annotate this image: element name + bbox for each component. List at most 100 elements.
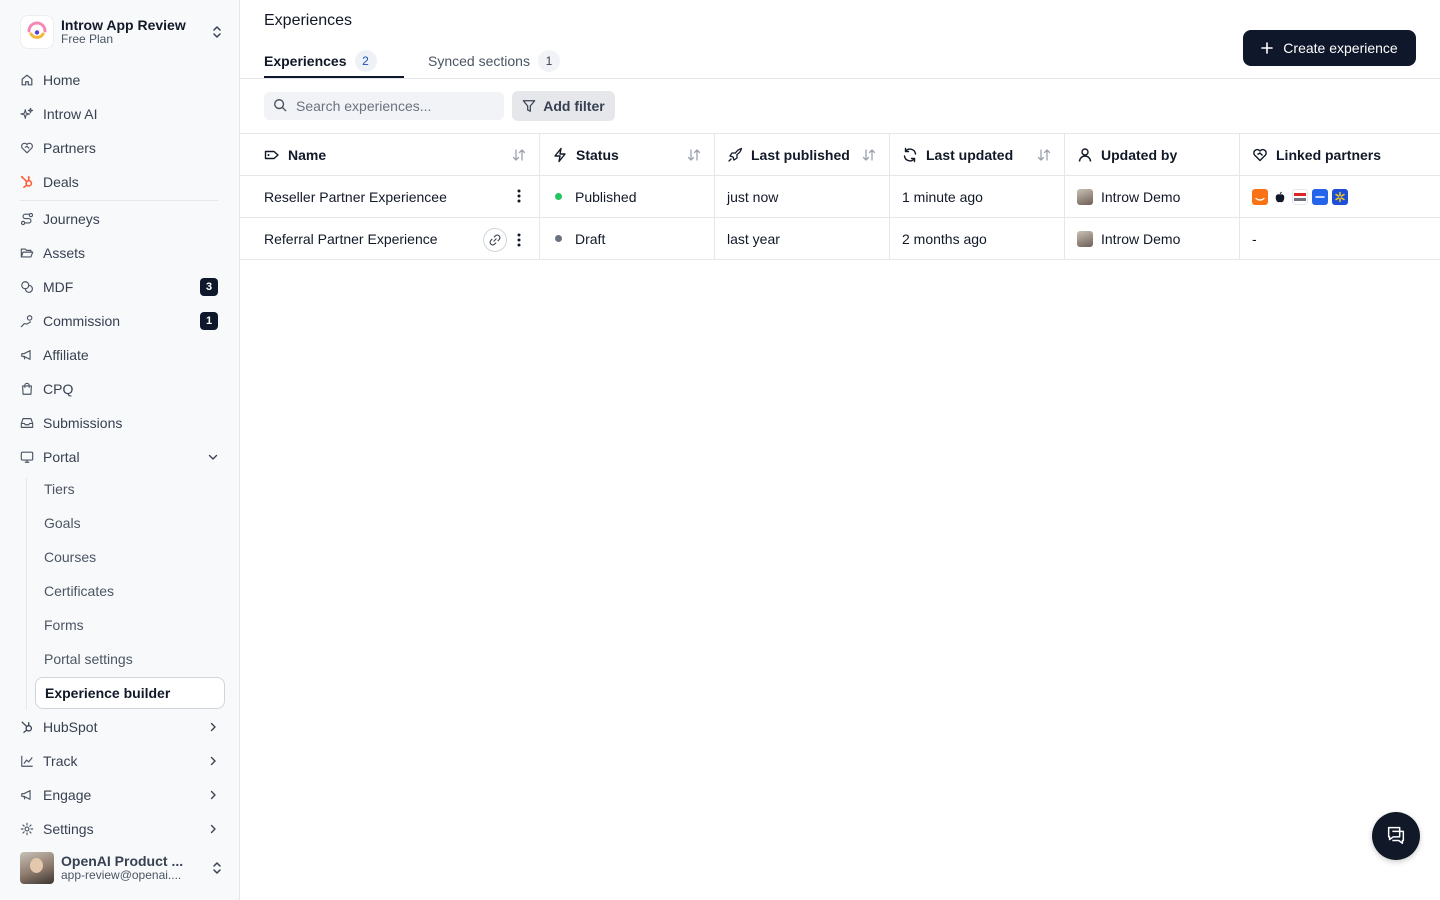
experience-name: Referral Partner Experience <box>264 230 438 247</box>
column-header-status[interactable]: Status <box>540 134 715 175</box>
link-icon[interactable] <box>483 228 507 252</box>
route-icon <box>20 212 34 226</box>
add-filter-button[interactable]: Add filter <box>512 91 615 121</box>
cell-status: Draft <box>540 218 715 259</box>
user-email: app-review@openai.... <box>61 869 182 883</box>
sidebar-item-label: CPQ <box>43 381 74 397</box>
column-label: Linked partners <box>1276 146 1382 163</box>
column-header-last-updated[interactable]: Last updated <box>890 134 1065 175</box>
user-menu[interactable]: OpenAI Product ... app-review@openai.... <box>20 851 224 885</box>
sidebar-item-cpq[interactable]: CPQ <box>20 377 220 401</box>
sidebar-item-journeys[interactable]: Journeys <box>20 207 220 231</box>
sidebar-subitem-experience-builder[interactable]: Experience builder <box>35 677 225 709</box>
sort-icon[interactable] <box>511 147 527 163</box>
monitor-icon <box>20 450 34 464</box>
sidebar-item-deals[interactable]: Deals <box>20 170 220 194</box>
sidebar-item-commission[interactable]: Commission 1 <box>20 309 220 333</box>
sidebar-item-assets[interactable]: Assets <box>20 241 220 265</box>
search-input[interactable] <box>296 98 486 114</box>
chevron-down-icon <box>206 450 220 464</box>
sidebar-item-label: Journeys <box>43 211 100 227</box>
amazon-logo-icon <box>1252 188 1268 205</box>
sidebar-subitem-tiers[interactable]: Tiers <box>35 474 225 504</box>
line-chart-icon <box>20 754 34 768</box>
shopping-bag-icon <box>20 382 34 396</box>
cell-updated-by: Introw Demo <box>1065 218 1240 259</box>
sidebar-item-settings[interactable]: Settings <box>20 817 220 841</box>
column-header-last-published[interactable]: Last published <box>715 134 890 175</box>
walmart-logo-icon <box>1332 188 1348 205</box>
sidebar-item-label: Partners <box>43 140 96 156</box>
create-experience-button[interactable]: Create experience <box>1243 30 1416 66</box>
sidebar-item-partners[interactable]: Partners <box>20 136 220 160</box>
chevron-right-icon <box>206 720 220 734</box>
hubspot-icon <box>20 175 34 189</box>
more-vertical-icon[interactable] <box>511 186 527 206</box>
status-badge: Draft <box>575 230 606 247</box>
handshake-icon <box>20 141 34 155</box>
sidebar-subitem-courses[interactable]: Courses <box>35 542 225 572</box>
user-name: OpenAI Product ... <box>61 853 184 870</box>
sidebar-item-track[interactable]: Track <box>20 749 220 773</box>
sort-icon[interactable] <box>1036 147 1052 163</box>
coins-icon <box>20 280 34 294</box>
table-row[interactable]: Referral Partner Experience Draft last y… <box>240 218 1440 260</box>
sidebar-subitem-forms[interactable]: Forms <box>35 610 225 640</box>
column-label: Status <box>576 146 619 163</box>
cell-name: Referral Partner Experience <box>240 218 540 259</box>
refresh-icon <box>902 147 918 163</box>
chat-icon <box>1385 824 1407 849</box>
avatar <box>20 852 54 884</box>
sidebar-item-portal[interactable]: Portal <box>20 445 220 469</box>
org-switcher[interactable]: Introw App Review Free Plan <box>20 14 224 50</box>
table-row[interactable]: Reseller Partner Experiencee Published j… <box>240 176 1440 218</box>
active-tab-underline <box>264 76 404 78</box>
cell-last-updated: 2 months ago <box>890 218 1065 259</box>
sidebar-item-home[interactable]: Home <box>20 68 220 92</box>
column-header-updated-by[interactable]: Updated by <box>1065 134 1240 175</box>
column-label: Updated by <box>1101 146 1178 163</box>
hubspot-icon <box>20 720 34 734</box>
sidebar-subitem-goals[interactable]: Goals <box>35 508 225 538</box>
tab-synced-sections[interactable]: Synced sections 1 <box>428 44 560 78</box>
apple-logo-icon <box>1272 188 1288 205</box>
portal-subtree-line <box>26 478 27 710</box>
main-content: Experiences Experiences 2 Synced section… <box>240 0 1440 900</box>
sidebar-subitem-certificates[interactable]: Certificates <box>35 576 225 606</box>
org-plan: Free Plan <box>61 32 114 47</box>
rocket-icon <box>727 147 743 163</box>
tab-experiences[interactable]: Experiences 2 <box>264 44 377 78</box>
column-header-name[interactable]: Name <box>240 134 540 175</box>
experiences-table: Name Status Last published Last updated <box>240 133 1440 260</box>
sidebar-item-label: Submissions <box>43 415 123 431</box>
sidebar-item-mdf[interactable]: MDF 3 <box>20 275 220 299</box>
sidebar-item-affiliate[interactable]: Affiliate <box>20 343 220 367</box>
column-label: Last published <box>751 146 850 163</box>
sort-icon[interactable] <box>861 147 877 163</box>
cell-last-published: just now <box>715 176 890 217</box>
updated-by-name: Introw Demo <box>1101 230 1181 247</box>
status-dot-draft <box>555 235 562 242</box>
sidebar-item-hubspot[interactable]: HubSpot <box>20 715 220 739</box>
tab-count: 1 <box>537 50 560 72</box>
column-header-linked-partners[interactable]: Linked partners <box>1240 134 1440 175</box>
sidebar-item-introw-ai[interactable]: Introw AI <box>20 102 220 126</box>
sidebar-item-engage[interactable]: Engage <box>20 783 220 807</box>
partner-logo-icon <box>1312 188 1328 205</box>
chat-support-button[interactable] <box>1372 812 1420 860</box>
sidebar: Introw App Review Free Plan Home Introw … <box>0 0 240 900</box>
page-title: Experiences <box>264 12 353 29</box>
sidebar-subitem-portal-settings[interactable]: Portal settings <box>35 644 225 674</box>
chevron-right-icon <box>206 754 220 768</box>
chevron-right-icon <box>206 788 220 802</box>
cell-linked-partners: - <box>1252 230 1257 247</box>
cell-updated-by: Introw Demo <box>1065 176 1240 217</box>
tab-label: Synced sections <box>428 53 530 69</box>
sidebar-item-submissions[interactable]: Submissions <box>20 411 220 435</box>
status-dot-published <box>555 193 562 200</box>
more-vertical-icon[interactable] <box>511 230 527 250</box>
user-icon <box>1077 147 1093 163</box>
add-filter-label: Add filter <box>543 98 605 114</box>
column-label: Name <box>288 146 327 163</box>
sort-icon[interactable] <box>686 147 702 163</box>
